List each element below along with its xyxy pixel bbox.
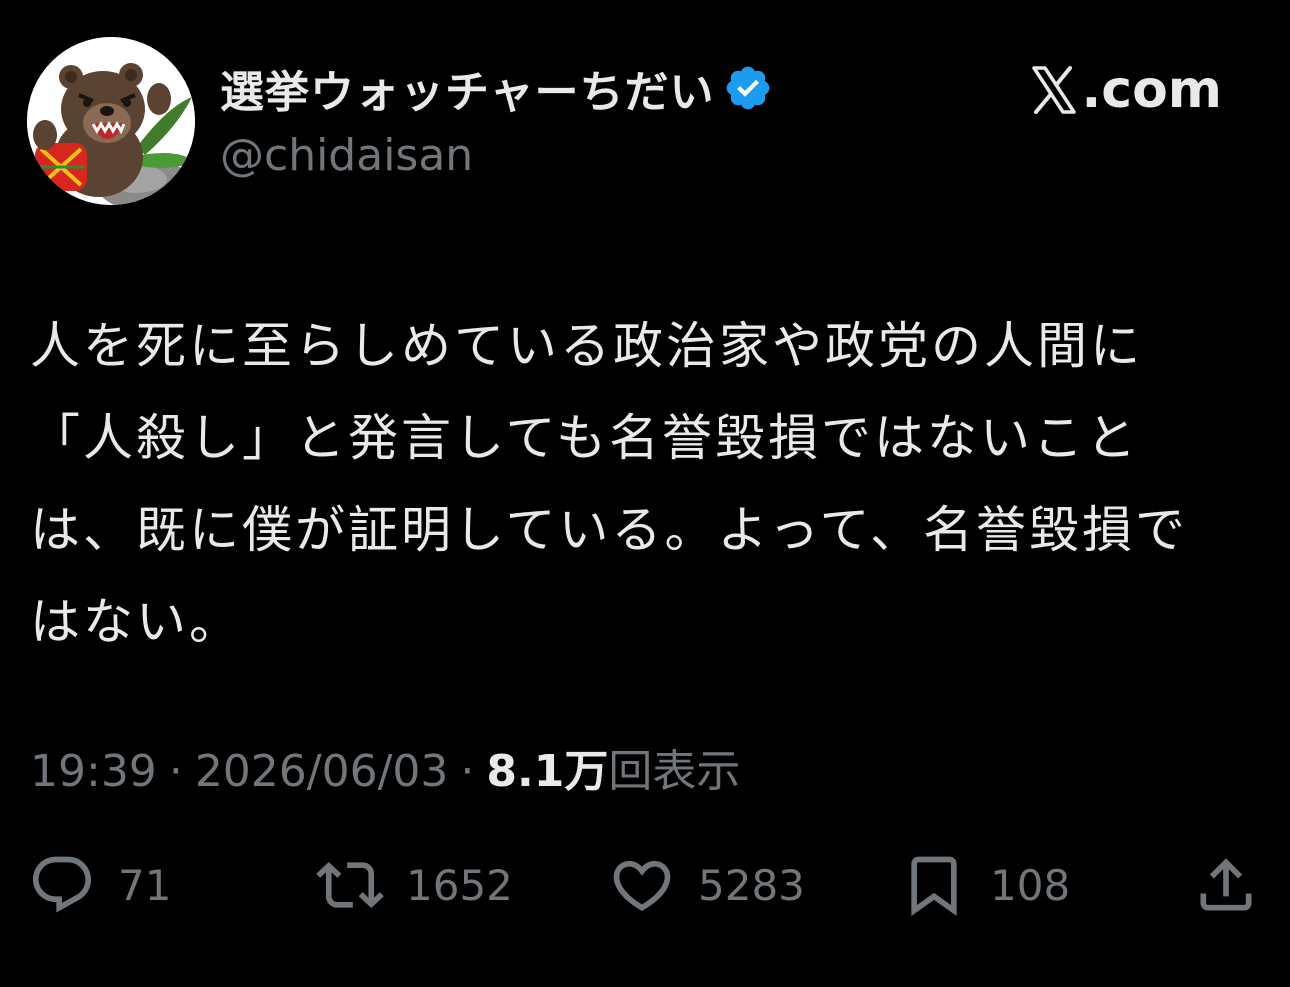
retweet-count: 1652 (406, 860, 513, 910)
meta-separator: · (168, 746, 183, 797)
reply-button[interactable]: 71 (28, 840, 171, 930)
x-logo-icon (1030, 65, 1078, 115)
like-count: 5283 (698, 860, 805, 910)
display-name[interactable]: 選挙ウォッチャーちだい (220, 56, 715, 120)
views-label[interactable]: 回表示 (608, 735, 740, 799)
like-button[interactable]: 5283 (608, 840, 805, 930)
reply-count: 71 (118, 860, 172, 910)
share-button[interactable] (1192, 840, 1260, 930)
heart-icon (608, 851, 676, 919)
meta-separator: · (460, 746, 475, 797)
bookmark-count: 108 (990, 860, 1071, 910)
tweet-text: 人を死に至らしめている政治家や政党の人間に「人殺し」と発言しても名誉毀損ではない… (30, 317, 1188, 651)
share-icon (1192, 851, 1260, 919)
author-handle[interactable]: @chidaisan (220, 130, 473, 181)
action-bar: 71 1652 5283 108 (0, 840, 1290, 930)
retweet-icon (316, 851, 384, 919)
x-com-watermark: .com (1030, 60, 1223, 120)
views-count[interactable]: 8.1万 (486, 735, 608, 799)
tweet-meta: 19:39 · 2026/06/03 · 8.1万 回表示 (30, 735, 740, 799)
tweet-date[interactable]: 2026/06/03 (195, 746, 449, 797)
bookmark-button[interactable]: 108 (900, 840, 1070, 930)
bookmark-icon (900, 851, 968, 919)
verified-badge-icon (723, 63, 773, 113)
author-name-row[interactable]: 選挙ウォッチャーちだい (220, 56, 773, 120)
bear-avatar-icon (27, 37, 195, 205)
brand-text: .com (1081, 60, 1223, 120)
avatar[interactable] (27, 37, 195, 205)
reply-icon (28, 851, 96, 919)
tweet-time[interactable]: 19:39 (30, 746, 157, 797)
retweet-button[interactable]: 1652 (316, 840, 513, 930)
